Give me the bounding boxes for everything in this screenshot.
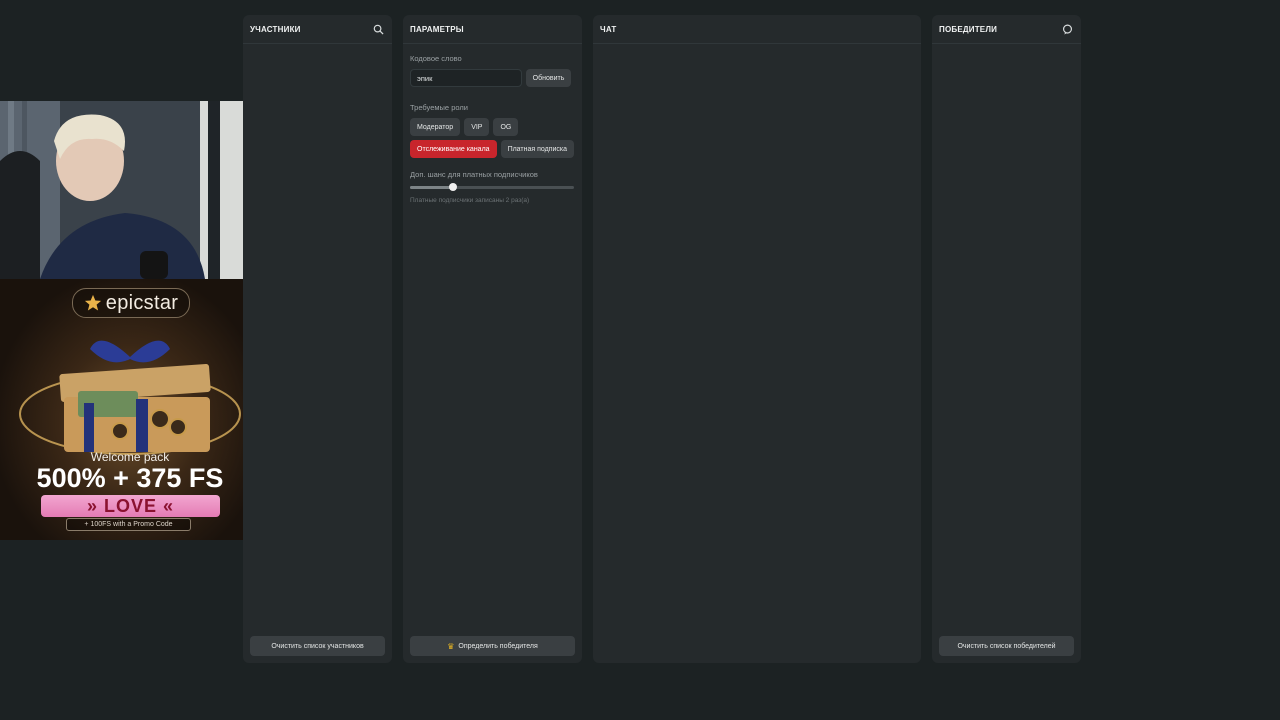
ad-banner[interactable]: epicstar Welcome pack 500% + 375 FS » LO…	[0, 279, 260, 540]
chance-slider[interactable]	[410, 183, 574, 191]
winners-title: ПОБЕДИТЕЛИ	[939, 24, 998, 34]
params-body: Кодовое слово эпик Обновить Требуемые ро…	[403, 44, 582, 204]
roles-label: Требуемые роли	[410, 103, 468, 112]
search-icon[interactable]	[372, 23, 384, 35]
codeword-row: эпик Обновить	[410, 69, 575, 87]
chat-panel: ЧАТ	[593, 15, 921, 663]
params-title: ПАРАМЕТРЫ	[410, 24, 464, 34]
pick-winner-button[interactable]: ♛ Определить победителя	[410, 636, 575, 656]
chat-title: ЧАТ	[600, 24, 617, 34]
participants-header: УЧАСТНИКИ	[243, 15, 392, 44]
role-follower[interactable]: Отслеживание канала	[410, 140, 497, 158]
role-vip[interactable]: VIP	[464, 118, 490, 136]
chat-header: ЧАТ	[593, 15, 921, 44]
webcam-overlay	[0, 101, 258, 279]
clear-winners-button[interactable]: Очистить список победителей	[939, 636, 1074, 656]
brand-logo: epicstar	[72, 288, 190, 318]
star-icon	[84, 294, 101, 311]
slider-fill	[410, 186, 453, 189]
promo-code-banner[interactable]: » LOVE «	[41, 495, 220, 517]
ad-subtitle: Welcome pack	[90, 450, 170, 464]
role-subscriber[interactable]: Платная подписка	[500, 140, 575, 158]
winners-header: ПОБЕДИТЕЛИ	[932, 15, 1081, 44]
ad-headline: 500% + 375 FS	[36, 463, 224, 493]
slider-thumb[interactable]	[448, 183, 457, 191]
webcam-image	[0, 101, 258, 279]
params-header: ПАРАМЕТРЫ	[403, 15, 582, 44]
codeword-input[interactable]: эпик	[410, 69, 522, 87]
chance-label: Доп. шанс для платных подписчиков	[410, 170, 538, 179]
update-button[interactable]: Обновить	[526, 69, 571, 87]
participants-title: УЧАСТНИКИ	[250, 24, 301, 34]
chance-hint: Платные подписчики записаны 2 раз(а)	[410, 197, 530, 204]
role-og[interactable]: OG	[493, 118, 519, 136]
brand-name: epicstar	[105, 291, 179, 314]
pick-winner-label: Определить победителя	[458, 642, 538, 650]
chat-bubble-icon[interactable]	[1061, 23, 1073, 35]
participants-panel: УЧАСТНИКИ Очистить список участников	[243, 15, 392, 663]
promo-note: + 100FS with a Promo Code	[66, 518, 191, 531]
roles-group: Модератор VIP OG Отслеживание канала Пла…	[410, 118, 575, 158]
crown-icon: ♛	[447, 641, 455, 651]
params-panel: ПАРАМЕТРЫ Кодовое слово эпик Обновить Тр…	[403, 15, 582, 663]
codeword-label: Кодовое слово	[410, 54, 462, 63]
clear-participants-button[interactable]: Очистить список участников	[250, 636, 385, 656]
role-moderator[interactable]: Модератор	[410, 118, 461, 136]
winners-panel: ПОБЕДИТЕЛИ Очистить список победителей	[932, 15, 1081, 663]
